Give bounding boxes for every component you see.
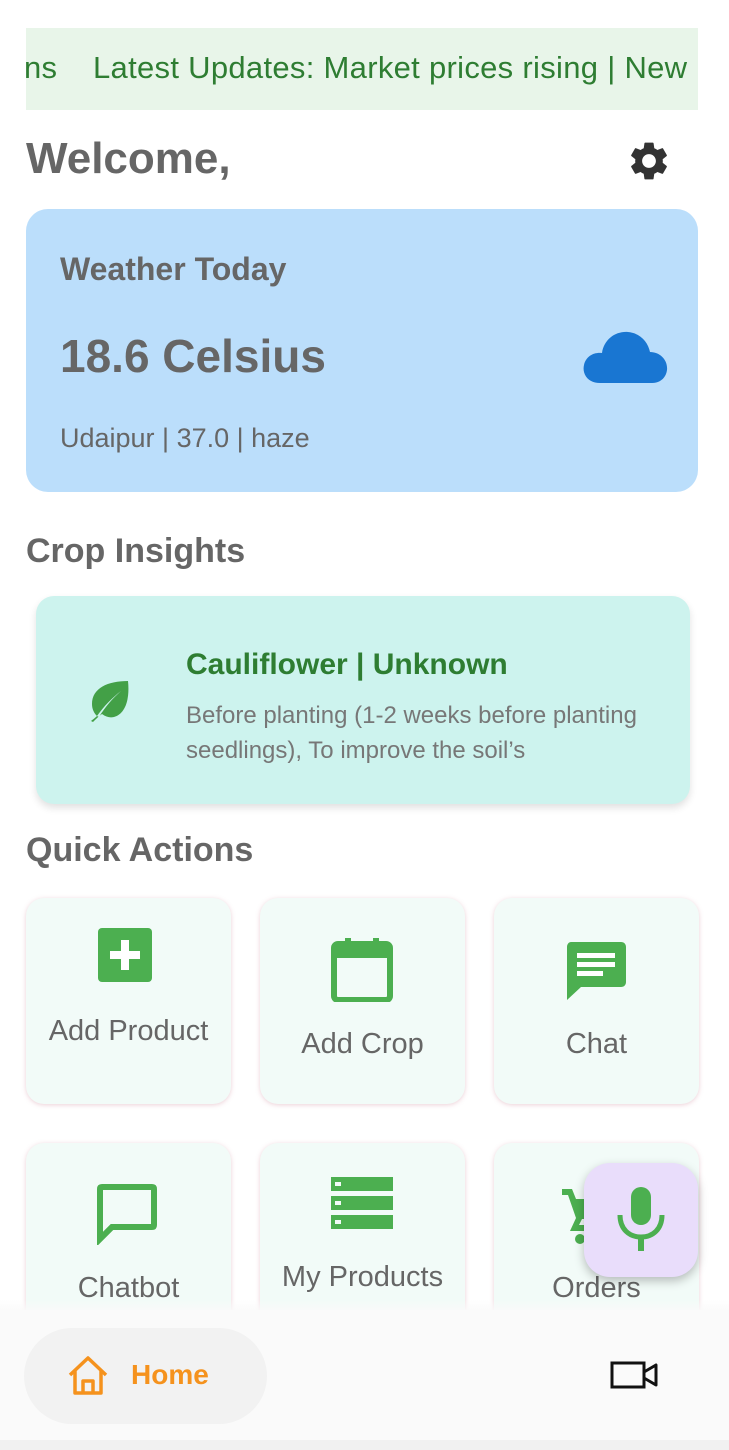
crop-insights-heading: Crop Insights bbox=[26, 532, 246, 570]
nav-home-label: Home bbox=[131, 1359, 209, 1390]
news-ticker: ns Latest Updates: Market prices rising … bbox=[26, 28, 698, 110]
home-icon bbox=[68, 1356, 108, 1395]
system-bar bbox=[0, 1440, 729, 1450]
voice-input-button[interactable] bbox=[584, 1163, 698, 1277]
calendar-icon bbox=[331, 938, 393, 1002]
video-camera-icon[interactable] bbox=[610, 1360, 660, 1390]
insight-description: Before planting (1-2 weeks before planti… bbox=[186, 702, 637, 764]
add-product-label: Add Product bbox=[48, 1015, 209, 1047]
add-product-button[interactable]: Add Product bbox=[26, 898, 231, 1104]
bottom-navigation: Home bbox=[0, 1310, 729, 1440]
weather-card[interactable]: Weather Today 18.6 Celsius Udaipur | 37.… bbox=[26, 209, 698, 492]
add-box-icon bbox=[98, 928, 152, 982]
chat-outline-icon bbox=[97, 1184, 157, 1245]
weather-title: Weather Today bbox=[60, 251, 287, 287]
leaf-icon bbox=[91, 681, 129, 722]
add-crop-label: Add Crop bbox=[301, 1028, 424, 1060]
settings-gear-icon[interactable] bbox=[626, 138, 672, 184]
nav-home-tab[interactable]: Home bbox=[24, 1328, 267, 1424]
cloud-icon bbox=[583, 331, 668, 383]
quick-actions-heading: Quick Actions bbox=[26, 831, 254, 869]
ticker-text: ns Latest Updates: Market prices rising … bbox=[26, 50, 688, 85]
weather-details: Udaipur | 37.0 | haze bbox=[60, 423, 310, 453]
chat-label: Chat bbox=[565, 1028, 628, 1060]
list-icon bbox=[331, 1177, 393, 1229]
my-products-label: My Products bbox=[281, 1261, 444, 1293]
microphone-icon bbox=[617, 1187, 665, 1251]
crop-insight-card[interactable]: Cauliflower | Unknown Before planting (1… bbox=[36, 596, 690, 804]
insight-title: Cauliflower | Unknown bbox=[186, 648, 508, 681]
chat-bubble-icon bbox=[567, 942, 626, 1000]
weather-temperature: 18.6 Celsius bbox=[60, 330, 326, 382]
chat-button[interactable]: Chat bbox=[494, 898, 699, 1104]
welcome-heading: Welcome, bbox=[26, 134, 231, 183]
add-crop-button[interactable]: Add Crop bbox=[260, 898, 465, 1104]
